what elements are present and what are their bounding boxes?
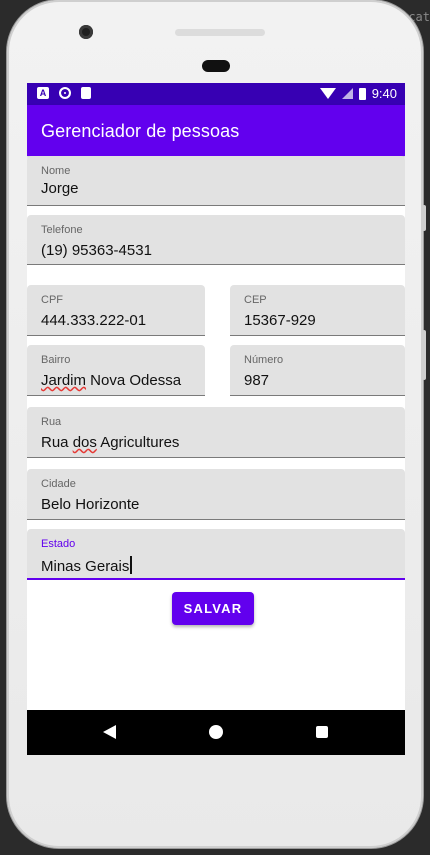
numero-label: Número xyxy=(244,354,284,366)
telefone-label: Telefone xyxy=(41,224,83,236)
telefone-field[interactable]: Telefone (19) 95363-4531 xyxy=(27,215,405,265)
proximity-sensor xyxy=(202,60,230,72)
device-screen: A 9:40 Gerenciador de pessoas Nome Jorge… xyxy=(27,83,405,755)
numero-field[interactable]: Número 987 xyxy=(230,345,405,396)
wifi-icon xyxy=(319,88,336,99)
bairro-value: Jardim Nova Odessa xyxy=(41,372,181,389)
front-camera-icon xyxy=(79,25,93,39)
recents-icon[interactable] xyxy=(316,726,328,738)
bairro-value-spellcheck: Jardim xyxy=(41,372,87,389)
status-right-icons: 9:40 xyxy=(319,86,397,101)
cep-label: CEP xyxy=(244,294,267,306)
estado-value: Minas Gerais xyxy=(41,556,132,575)
estado-value-text: Minas Gerais xyxy=(41,558,130,575)
rua-value: Rua dos Agricultures xyxy=(41,434,179,451)
numero-value: 987 xyxy=(244,372,270,389)
cidade-label: Cidade xyxy=(41,478,76,490)
earpiece-speaker xyxy=(175,29,265,36)
telefone-value: (19) 95363-4531 xyxy=(41,242,152,259)
cpf-value: 444.333.222-01 xyxy=(41,312,147,329)
back-icon[interactable] xyxy=(103,725,116,739)
a-notification-icon: A xyxy=(37,87,49,99)
app-bar: Gerenciador de pessoas xyxy=(27,105,405,156)
cpf-label: CPF xyxy=(41,294,63,306)
status-time: 9:40 xyxy=(371,86,397,101)
cidade-field[interactable]: Cidade Belo Horizonte xyxy=(27,469,405,520)
nome-label: Nome xyxy=(41,165,71,177)
bairro-field[interactable]: Bairro Jardim Nova Odessa xyxy=(27,345,205,396)
bairro-label: Bairro xyxy=(41,354,71,366)
app-title: Gerenciador de pessoas xyxy=(41,121,240,141)
rua-value-rest: Agricultures xyxy=(96,434,180,451)
nome-field[interactable]: Nome Jorge xyxy=(27,156,405,206)
cidade-value: Belo Horizonte xyxy=(41,496,140,513)
cep-value: 15367-929 xyxy=(244,312,316,329)
nome-value: Jorge xyxy=(41,180,79,197)
bairro-value-rest: Nova Odessa xyxy=(86,372,182,389)
volume-up-button[interactable] xyxy=(422,205,426,231)
volume-down-button[interactable] xyxy=(422,330,426,380)
rua-value-start: Rua xyxy=(41,434,73,451)
rua-value-spellcheck: dos xyxy=(72,434,97,451)
home-icon[interactable] xyxy=(209,725,223,739)
signal-icon xyxy=(341,88,353,99)
device-top-bezel xyxy=(7,0,423,90)
navigation-bar xyxy=(27,710,405,755)
rua-field[interactable]: Rua Rua dos Agricultures xyxy=(27,407,405,458)
save-button[interactable]: SALVAR xyxy=(172,592,254,625)
text-cursor xyxy=(130,556,132,574)
estado-field[interactable]: Estado Minas Gerais xyxy=(27,529,405,580)
status-bar: A 9:40 xyxy=(27,83,405,105)
cpf-field[interactable]: CPF 444.333.222-01 xyxy=(27,285,205,336)
battery-icon xyxy=(358,87,366,100)
cep-field[interactable]: CEP 15367-929 xyxy=(230,285,405,336)
rua-label: Rua xyxy=(41,416,62,428)
estado-label: Estado xyxy=(41,538,76,550)
sd-card-icon xyxy=(81,87,91,99)
status-left-icons: A xyxy=(37,87,91,99)
circle-notification-icon xyxy=(59,87,71,99)
